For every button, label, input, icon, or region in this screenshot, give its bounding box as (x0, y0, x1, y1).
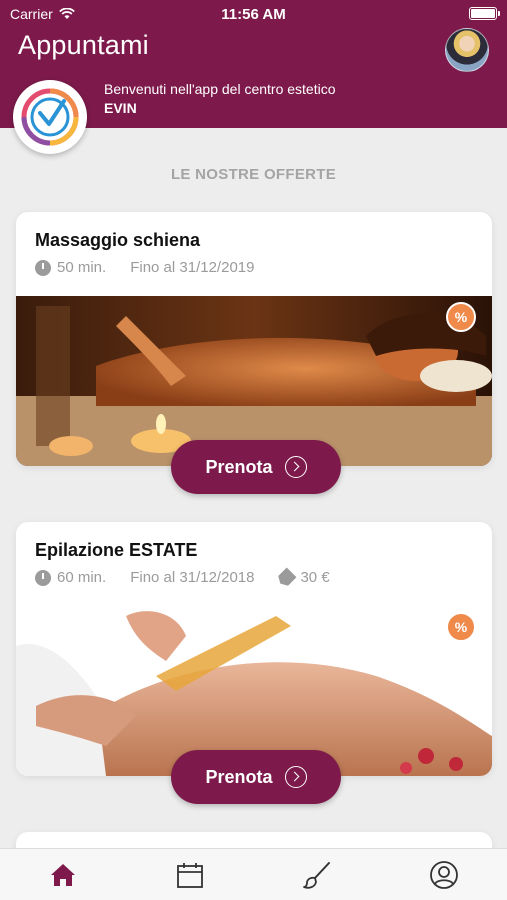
tab-services[interactable] (254, 849, 381, 900)
center-name: EVIN (104, 100, 137, 116)
avatar[interactable] (445, 28, 489, 72)
tab-bar (0, 848, 507, 900)
offer-duration: 50 min. (57, 259, 107, 276)
section-title: LE NOSTRE OFFERTE (170, 166, 337, 183)
calendar-icon (177, 862, 204, 888)
book-button-label: Prenota (205, 766, 273, 787)
tab-home[interactable] (0, 849, 127, 900)
page-title: Appuntami (18, 30, 149, 60)
offer-valid-until: Fino al 31/12/2018 (130, 569, 255, 586)
offer-card[interactable]: Epilazione ESTATE 60 min. Fino al 31/12/… (16, 522, 492, 804)
clock-logo-icon (21, 88, 79, 146)
brush-icon (302, 861, 330, 889)
offer-duration: 60 min. (57, 569, 107, 586)
tab-calendar[interactable] (127, 849, 254, 900)
offer-valid-until: Fino al 31/12/2019 (130, 259, 255, 276)
price-tag-icon (276, 567, 297, 588)
book-button[interactable]: Prenota (171, 750, 341, 804)
home-icon (51, 863, 76, 886)
clock-icon (35, 259, 51, 276)
welcome-line: Benvenuti nell'app del centro estetico (104, 81, 336, 97)
profile-icon (429, 860, 458, 889)
clock-icon (35, 569, 51, 586)
welcome-message: Benvenuti nell'app del centro estetico E… (104, 80, 336, 118)
chevron-right-icon (284, 456, 307, 478)
offer-meta: 60 min. Fino al 31/12/2018 30 € (35, 569, 330, 586)
status-bar: Carrier 11:56 AM (0, 0, 507, 28)
book-button[interactable]: Prenota (171, 440, 341, 494)
battery-icon (469, 7, 500, 20)
tab-profile[interactable] (380, 849, 507, 900)
book-button-label: Prenota (205, 456, 273, 477)
app-logo (13, 80, 87, 154)
offer-card[interactable]: Massaggio schiena 50 min. Fino al 31/12/… (16, 212, 492, 494)
offer-meta: 50 min. Fino al 31/12/2019 (35, 259, 254, 276)
offer-title: Epilazione ESTATE (35, 540, 198, 560)
offer-price: 30 € (300, 569, 330, 586)
clock-time: 11:56 AM (221, 6, 286, 23)
discount-badge: % (446, 612, 476, 642)
offer-title: Massaggio schiena (35, 230, 201, 250)
chevron-right-icon (284, 766, 307, 788)
discount-badge: % (446, 302, 476, 332)
